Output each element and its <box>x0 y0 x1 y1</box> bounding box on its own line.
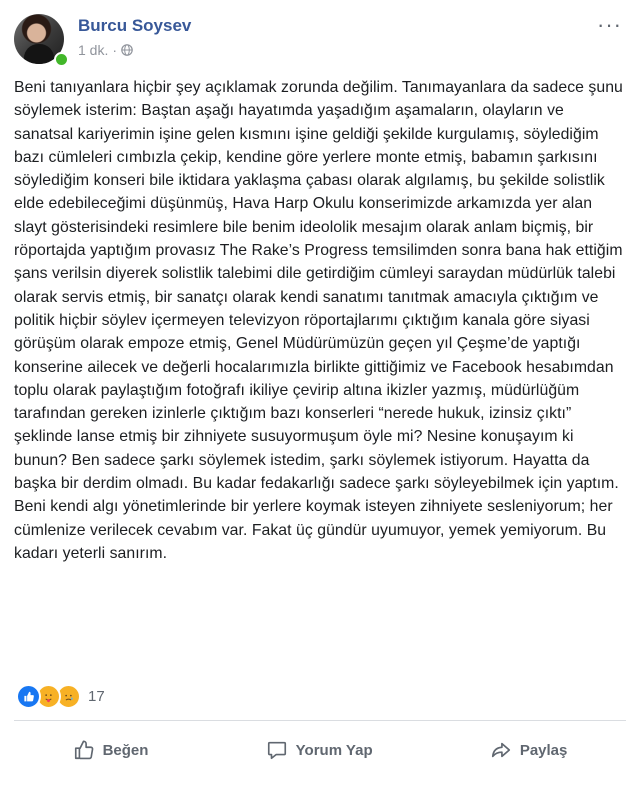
like-button-label: Beğen <box>102 741 149 759</box>
comment-button-label: Yorum Yap <box>295 741 373 759</box>
reactions-summary[interactable]: 17 <box>16 683 105 709</box>
more-options-icon[interactable]: ··· <box>597 14 622 36</box>
globe-icon[interactable] <box>121 44 133 56</box>
thumbs-up-icon <box>74 740 93 760</box>
author-name[interactable]: Burcu Soysev <box>78 16 191 36</box>
meta-separator: · <box>112 42 118 58</box>
post-meta: 1 dk. · <box>78 42 133 58</box>
avatar-figure <box>24 44 54 64</box>
share-button[interactable]: Paylaş <box>470 733 588 767</box>
timestamp[interactable]: 1 dk. <box>78 42 108 58</box>
facebook-post: Burcu Soysev 1 dk. · ··· Beni tanıyanlar… <box>0 0 640 788</box>
share-icon <box>491 742 510 758</box>
share-button-label: Paylaş <box>519 741 568 759</box>
comment-button[interactable]: Yorum Yap <box>246 733 393 767</box>
post-text: Beni tanıyanlara hiçbir şey açıklamak zo… <box>14 79 623 562</box>
like-button[interactable]: Beğen <box>53 733 169 767</box>
post-header: Burcu Soysev 1 dk. · ··· <box>14 14 626 67</box>
divider <box>14 720 626 721</box>
online-status-icon <box>54 52 69 67</box>
reaction-count[interactable]: 17 <box>88 688 105 705</box>
comment-icon <box>267 741 286 760</box>
like-icon <box>16 683 41 709</box>
action-bar: Beğen Yorum Yap Paylaş <box>14 722 626 778</box>
